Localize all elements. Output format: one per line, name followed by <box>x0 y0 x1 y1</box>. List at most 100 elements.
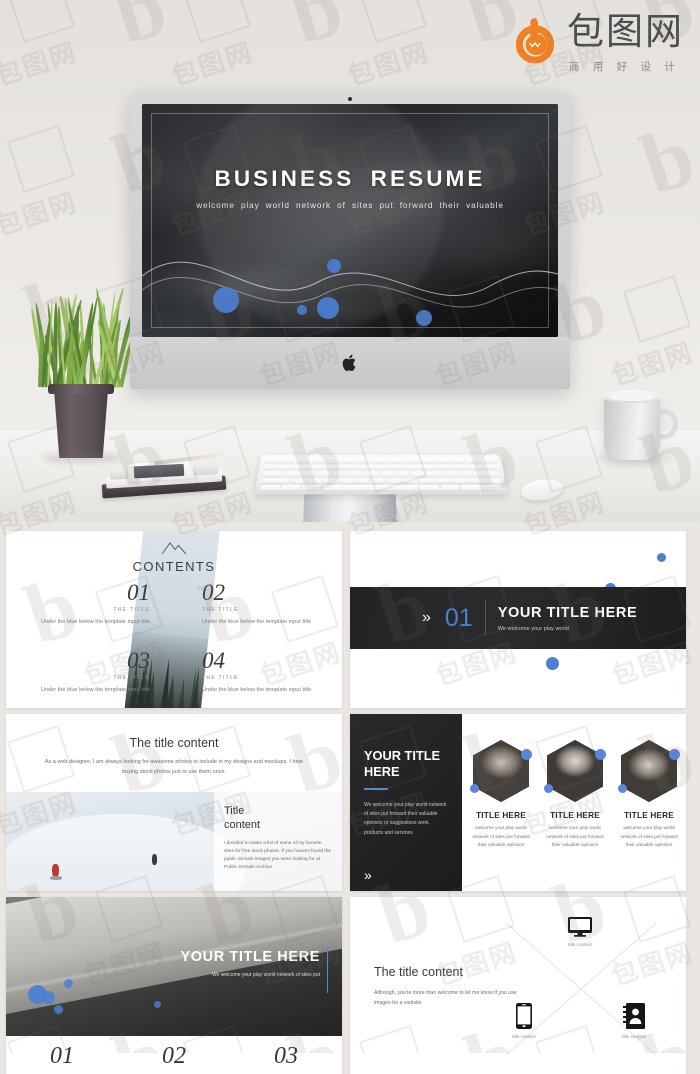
blue-dot <box>669 749 680 760</box>
keyboard-key <box>323 478 338 483</box>
panel-body: I decided to make a list of some of my f… <box>224 840 332 872</box>
team-member[interactable]: TITLE HERE welcome your play world netwo… <box>542 740 608 850</box>
keyboard-key <box>482 458 497 463</box>
blue-dot <box>595 749 606 760</box>
keyboard-key <box>327 458 341 463</box>
keyboard-key <box>452 465 467 470</box>
keyboard-key <box>419 478 434 483</box>
slide-title-content[interactable]: The title content As a web designer, I a… <box>6 714 342 891</box>
icon-item-monitor[interactable]: title content <box>550 917 610 947</box>
keyboard-key <box>327 465 341 470</box>
hero-slide-subtitle: welcome play world network of sites put … <box>142 201 558 210</box>
member-name: TITLE HERE <box>616 811 682 820</box>
blue-dot <box>64 979 73 988</box>
step-number: 02 <box>118 1043 230 1070</box>
keyboard-key <box>301 471 316 476</box>
contents-label: THE TITLE <box>202 607 332 613</box>
apple-keyboard <box>254 455 507 495</box>
contents-item-01[interactable]: 01 THE TITLE Under the blue below the te… <box>40 581 150 625</box>
keyboard-key <box>261 478 289 483</box>
section-title: YOUR TITLE HERE <box>498 605 638 621</box>
slide-beach-title[interactable]: YOUR TITLE HERE We welcome your play wor… <box>6 897 342 1074</box>
member-desc: welcome your play world network of sites… <box>616 824 682 850</box>
chevron-right-icon: » <box>364 867 372 883</box>
keyboard-key <box>280 458 295 463</box>
icon-label: title content <box>494 1034 554 1039</box>
keyboard-key <box>458 471 473 476</box>
slide-body: As a web designer, I am always looking f… <box>40 758 308 777</box>
slide-team[interactable]: YOUR TITLE HERE We welcome your play wor… <box>350 714 686 891</box>
keyboard-key <box>451 478 466 483</box>
plant-pot-rim <box>48 384 114 394</box>
keyboard-key <box>333 471 347 476</box>
icon-item-contact-card[interactable]: title content <box>604 1003 664 1039</box>
icon-item-smartphone[interactable]: title content <box>494 1003 554 1039</box>
hero-mockup-scene: BUSINESS RESUME welcome play world netwo… <box>0 0 700 522</box>
keyboard-key <box>390 458 404 463</box>
accent-bar <box>327 947 328 993</box>
slide-section-divider[interactable]: » 01 YOUR TITLE HERE We welcome your pla… <box>350 531 686 708</box>
team-member[interactable]: TITLE HERE welcome your play world netwo… <box>616 740 682 850</box>
member-desc: welcome your play world network of sites… <box>468 824 534 850</box>
brand-name: 包图网 <box>567 14 684 51</box>
keyboard-key <box>358 458 372 463</box>
keyboard-key <box>461 485 481 491</box>
slide-thumbnail-grid: CONTENTS 01 THE TITLE Under the blue bel… <box>0 531 700 1074</box>
team-title-line1: YOUR TITLE <box>364 748 440 763</box>
keyboard-key <box>371 478 385 483</box>
contact-card-icon <box>623 1003 645 1029</box>
keyboard-key <box>405 458 419 463</box>
keyboard-key <box>317 471 332 476</box>
keyboard-key <box>296 458 311 463</box>
member-name: TITLE HERE <box>468 811 534 820</box>
contents-item-04[interactable]: 04 THE TITLE Under the blue below the te… <box>202 649 332 693</box>
keyboard-key <box>468 465 483 470</box>
imac-chin <box>130 337 570 389</box>
slide-heading: The title content <box>6 736 342 750</box>
keyboard-key <box>285 471 300 476</box>
blue-dot <box>618 784 627 793</box>
panel-title-line2: content <box>224 819 260 831</box>
keyboard-key <box>355 478 370 483</box>
keyboard-key <box>312 458 326 463</box>
section-number: 01 <box>445 604 473 633</box>
blue-dot <box>546 657 559 670</box>
smartphone-icon <box>516 1003 532 1029</box>
member-name: TITLE HERE <box>542 811 608 820</box>
monitor-icon <box>568 917 592 937</box>
keyboard-key <box>307 478 322 483</box>
contents-label: THE TITLE <box>40 675 150 681</box>
team-member[interactable]: TITLE HERE welcome your play world netwo… <box>468 740 534 850</box>
contents-desc: Under the blue below the template input … <box>202 619 332 625</box>
keyboard-key <box>374 458 388 463</box>
keyboard-key <box>441 485 461 491</box>
keyboard-key <box>323 485 419 491</box>
contents-label: THE TITLE <box>40 607 150 613</box>
tree <box>175 678 189 708</box>
contents-label: THE TITLE <box>202 675 332 681</box>
contents-item-02[interactable]: 02 THE TITLE Under the blue below the te… <box>202 581 332 625</box>
panel-title-line1: Title <box>224 805 244 817</box>
keyboard-key <box>403 478 418 483</box>
title-content-panel: Title content I decided to make a list o… <box>214 792 342 891</box>
team-body: We welcome your play world network of si… <box>364 801 448 838</box>
member-desc: welcome your play world network of sites… <box>542 824 608 850</box>
contents-item-03[interactable]: 03 THE TITLE Under the blue below the te… <box>40 649 150 693</box>
keyboard-key <box>451 458 466 463</box>
icon-label: title content <box>550 942 610 947</box>
contents-desc: Under the blue below the template input … <box>40 687 150 693</box>
slide-contents[interactable]: CONTENTS 01 THE TITLE Under the blue bel… <box>6 531 342 708</box>
beach-title: YOUR TITLE HERE <box>180 949 320 965</box>
contents-desc: Under the blue below the template input … <box>40 619 150 625</box>
accent-rule <box>364 788 388 790</box>
section-subtitle: We welcome your play world <box>498 626 638 632</box>
slide-icon-content[interactable]: The title content Although, you're more … <box>350 897 686 1074</box>
beach-subtitle: We welcome your play world network of si… <box>180 971 320 980</box>
brand-tagline: 商 用 好 设 计 <box>567 59 684 74</box>
keyboard-key <box>395 471 409 476</box>
contents-number: 01 <box>40 581 150 604</box>
keyboard-key <box>442 471 457 476</box>
brand-logo: 包图网 商 用 好 设 计 <box>509 14 684 74</box>
chevron-right-icon: » <box>422 609 431 627</box>
contents-desc: Under the blue below the template input … <box>202 687 332 693</box>
